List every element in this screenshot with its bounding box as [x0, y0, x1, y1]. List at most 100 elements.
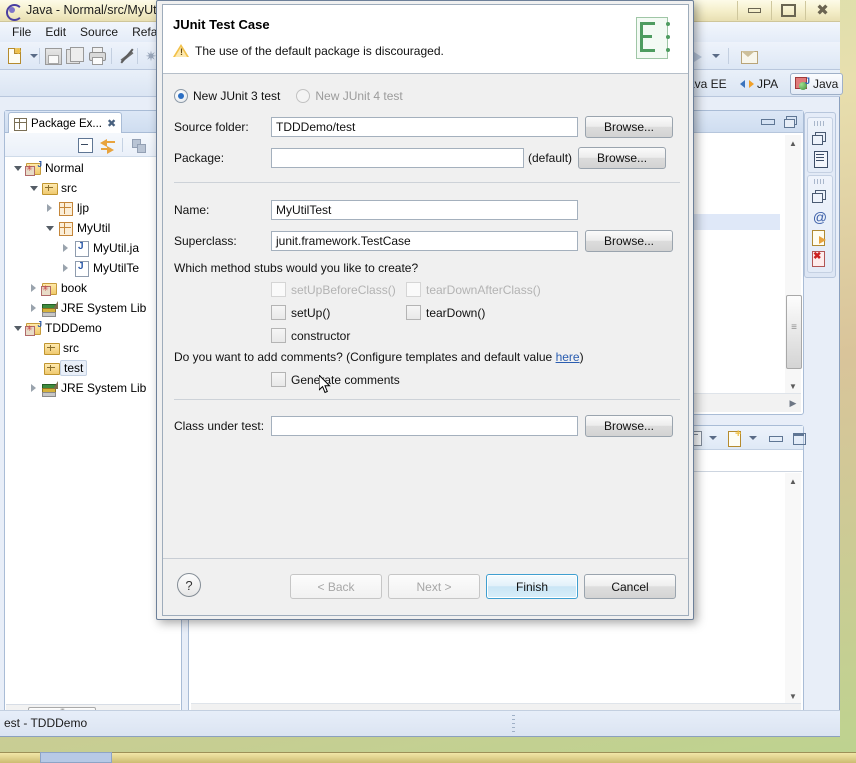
tree-item-ljp[interactable]: ljp	[5, 198, 181, 218]
save-icon[interactable]	[44, 47, 62, 65]
window-title: Java - Normal/src/MyUtil	[26, 3, 163, 17]
twisty-closed-icon[interactable]	[27, 381, 41, 395]
taskbar-item[interactable]	[40, 752, 112, 763]
dropdown-caret-icon[interactable]	[709, 436, 717, 440]
maximize-icon[interactable]	[771, 1, 805, 20]
menu-file[interactable]: File	[5, 24, 38, 40]
at-sign-icon[interactable]: @	[809, 207, 831, 227]
open-console-icon[interactable]: +	[727, 428, 743, 447]
twisty-closed-icon[interactable]	[27, 301, 41, 315]
tree-item-src[interactable]: src	[5, 178, 181, 198]
scroll-down-icon[interactable]: ▼	[785, 688, 801, 704]
name-input[interactable]: MyUtilTest	[271, 200, 578, 220]
twisty-open-icon[interactable]	[11, 321, 25, 335]
twisty-closed-icon[interactable]	[27, 281, 41, 295]
class-under-test-input[interactable]	[271, 416, 578, 436]
tab-package-explorer[interactable]: Package Ex... ✖	[8, 112, 123, 134]
editor-vscrollbar[interactable]: ▲ ▼	[785, 135, 802, 394]
resize-grip[interactable]	[512, 715, 515, 733]
twisty-closed-icon[interactable]	[43, 201, 57, 215]
cancel-button[interactable]: Cancel	[584, 574, 676, 599]
package-input[interactable]	[271, 148, 524, 168]
checkbox-teardownafterclass[interactable]: tearDownAfterClass()	[406, 282, 541, 297]
finish-button[interactable]: Finish	[486, 574, 578, 599]
back-button[interactable]: < Back	[290, 574, 382, 599]
checkbox-setup[interactable]: setUp()	[271, 305, 330, 320]
checkbox-constructor[interactable]: constructor	[271, 328, 350, 343]
dropdown-caret-icon[interactable]	[749, 436, 757, 440]
twisty-closed-icon[interactable]	[59, 261, 73, 275]
menu-source[interactable]: Source	[73, 24, 125, 40]
tree-item-label: JRE System Lib	[61, 381, 147, 395]
console-vscrollbar[interactable]: ▲ ▼	[785, 473, 801, 704]
scroll-right-icon[interactable]: ▶	[785, 395, 801, 411]
tree-item-tdddemo-test[interactable]: test	[5, 358, 181, 378]
scroll-up-icon[interactable]: ▲	[785, 473, 801, 489]
checkbox-teardown[interactable]: tearDown()	[406, 305, 485, 320]
tree-item-normal[interactable]: J Normal	[5, 158, 181, 178]
drag-handle[interactable]	[814, 179, 826, 184]
tree-item-myutil-java[interactable]: J MyUtil.ja	[5, 238, 181, 258]
minimize-view-icon[interactable]	[769, 436, 783, 442]
radio-new-junit-4-test[interactable]: New JUnit 4 test	[296, 89, 403, 103]
toggle-comment-icon[interactable]	[118, 47, 136, 65]
forward-arrow-icon[interactable]	[694, 52, 702, 62]
new-wizard-icon[interactable]: +	[6, 46, 24, 65]
radio-new-junit-3-test-label: New JUnit 3 test	[193, 89, 281, 103]
next-button[interactable]: Next >	[388, 574, 480, 599]
radio-new-junit-3-test[interactable]: New JUnit 3 test	[174, 89, 280, 103]
perspective-java[interactable]: J Java	[790, 73, 844, 95]
view-menu-icon[interactable]	[131, 137, 147, 153]
class-under-test-browse-button[interactable]: Browse...	[585, 415, 673, 437]
twisty-open-icon[interactable]	[27, 181, 41, 195]
collapse-all-icon[interactable]	[77, 137, 93, 153]
save-all-icon[interactable]	[66, 47, 84, 65]
twisty-open-icon[interactable]	[11, 161, 25, 175]
tree-item-myutiltest-java[interactable]: J MyUtilTe	[5, 258, 181, 278]
close-tab-icon[interactable]: ✖	[107, 117, 116, 130]
maximize-view-icon[interactable]	[784, 116, 797, 128]
source-folder-icon	[41, 280, 58, 296]
source-folder-input[interactable]: TDDDemo/test	[271, 117, 578, 137]
restore-icon[interactable]	[809, 128, 831, 148]
tree-item-tdddemo-src[interactable]: src	[5, 338, 181, 358]
dropdown-caret-icon[interactable]	[712, 54, 720, 58]
tree-item-myutil-package[interactable]: MyUtil	[5, 218, 181, 238]
tree-item-jre-normal[interactable]: JRE System Lib	[5, 298, 181, 318]
eclipse-icon	[5, 3, 23, 21]
tree-item-tdddemo[interactable]: J TDDDemo	[5, 318, 181, 338]
tree-item-label: ljp	[77, 201, 90, 215]
link-with-editor-icon[interactable]	[100, 137, 116, 154]
twisty-open-icon[interactable]	[43, 221, 57, 235]
restore-icon[interactable]	[809, 186, 831, 206]
minimize-icon[interactable]	[737, 1, 771, 20]
superclass-input[interactable]: junit.framework.TestCase	[271, 231, 578, 251]
package-explorer-tabrow: Package Ex... ✖	[5, 111, 181, 134]
source-folder-browse-button[interactable]: Browse...	[585, 116, 673, 138]
drag-handle[interactable]	[814, 121, 826, 126]
scroll-up-icon[interactable]: ▲	[785, 135, 801, 151]
perspective-jpa[interactable]: JPA	[736, 74, 782, 93]
problems-view-icon[interactable]: ✖	[809, 249, 831, 269]
tree-item-book[interactable]: book	[5, 278, 181, 298]
superclass-browse-button[interactable]: Browse...	[585, 230, 673, 252]
new-mail-icon[interactable]	[740, 47, 758, 65]
configure-templates-link[interactable]: here	[556, 350, 580, 364]
tree-item-jre-tdddemo[interactable]: JRE System Lib	[5, 378, 181, 398]
checkbox-generate-comments[interactable]: Generate comments	[271, 372, 400, 387]
package-browse-button[interactable]: Browse...	[578, 147, 667, 169]
maximize-view-icon[interactable]	[793, 433, 806, 445]
print-icon[interactable]	[88, 47, 106, 65]
outline-view-icon[interactable]	[809, 149, 831, 169]
minimize-view-icon[interactable]	[761, 119, 775, 125]
twisty-closed-icon[interactable]	[59, 241, 73, 255]
menu-edit[interactable]: Edit	[38, 24, 73, 40]
dropdown-caret-icon[interactable]	[30, 54, 38, 58]
declaration-view-icon[interactable]	[809, 228, 831, 248]
help-icon[interactable]: ?	[177, 573, 201, 597]
close-icon[interactable]: ✖	[805, 1, 839, 20]
scroll-down-icon[interactable]: ▼	[785, 378, 801, 394]
checkbox-setupbeforeclass[interactable]: setUpBeforeClass()	[271, 282, 396, 297]
dialog-footer: ? < Back Next > Finish Cancel	[163, 558, 688, 615]
vscroll-thumb[interactable]	[786, 295, 802, 369]
